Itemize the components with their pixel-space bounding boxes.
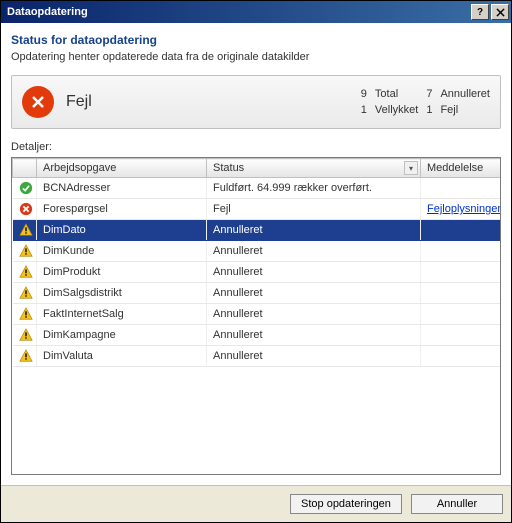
- warning-icon: [13, 262, 37, 283]
- table-header-row: Arbejdsopgave Status ▾ Meddelelse: [13, 159, 501, 178]
- row-name: DimValuta: [37, 346, 207, 367]
- dialog-window: Dataopdatering ? Status for dataopdateri…: [0, 0, 512, 523]
- warning-icon: [13, 325, 37, 346]
- content-area: Status for dataopdatering Opdatering hen…: [1, 23, 511, 485]
- row-name: DimProdukt: [37, 262, 207, 283]
- total-label: Total: [375, 88, 418, 100]
- col-workitem[interactable]: Arbejdsopgave: [37, 159, 207, 178]
- row-name: Forespørgsel: [37, 199, 207, 220]
- row-status: Annulleret: [207, 325, 421, 346]
- row-name: FaktInternetSalg: [37, 304, 207, 325]
- row-status: Annulleret: [207, 220, 421, 241]
- close-icon: [496, 8, 505, 17]
- error-details-link[interactable]: Fejloplysninger: [427, 203, 501, 215]
- row-status: Fejl: [207, 199, 421, 220]
- table-row[interactable]: DimSalgsdistriktAnnulleret: [13, 283, 501, 304]
- row-message: [421, 304, 501, 325]
- cancelled-count: 7: [426, 88, 432, 100]
- table-row[interactable]: FaktInternetSalgAnnulleret: [13, 304, 501, 325]
- error-icon: [22, 86, 54, 118]
- row-message: Fejloplysninger: [421, 199, 501, 220]
- row-status: Annulleret: [207, 262, 421, 283]
- row-name: DimSalgsdistrikt: [37, 283, 207, 304]
- table-row[interactable]: ForespørgselFejl Fejloplysninger: [13, 199, 501, 220]
- error-label: Fejl: [440, 104, 490, 116]
- row-message: [421, 346, 501, 367]
- row-status: Annulleret: [207, 241, 421, 262]
- titlebar: Dataopdatering ?: [1, 1, 511, 23]
- error-icon: [13, 199, 37, 220]
- window-title: Dataopdatering: [7, 6, 469, 18]
- details-table: Arbejdsopgave Status ▾ Meddelelse BCNAdr…: [12, 158, 501, 367]
- row-status: Annulleret: [207, 283, 421, 304]
- button-row: Stop opdateringen Annuller: [1, 485, 511, 522]
- success-label: Vellykket: [375, 104, 418, 116]
- details-container: Arbejdsopgave Status ▾ Meddelelse BCNAdr…: [11, 157, 501, 475]
- row-status: Annulleret: [207, 346, 421, 367]
- page-title: Status for dataopdatering: [11, 33, 501, 47]
- col-icon[interactable]: [13, 159, 37, 178]
- chevron-down-icon[interactable]: ▾: [404, 161, 418, 175]
- warning-icon: [13, 304, 37, 325]
- warning-icon: [13, 283, 37, 304]
- success-icon: [13, 178, 37, 199]
- overall-status-text: Fejl: [66, 93, 92, 111]
- page-subtitle: Opdatering henter opdaterede data fra de…: [11, 51, 501, 63]
- table-row[interactable]: DimKundeAnnulleret: [13, 241, 501, 262]
- total-count: 9: [361, 88, 367, 100]
- row-message: [421, 178, 501, 199]
- table-row[interactable]: DimProduktAnnulleret: [13, 262, 501, 283]
- row-name: BCNAdresser: [37, 178, 207, 199]
- success-count: 1: [361, 104, 367, 116]
- col-status[interactable]: Status ▾: [207, 159, 421, 178]
- row-name: DimDato: [37, 220, 207, 241]
- row-message: [421, 325, 501, 346]
- table-row[interactable]: BCNAdresserFuldført. 64.999 rækker overf…: [13, 178, 501, 199]
- help-button[interactable]: ?: [471, 4, 489, 20]
- row-status: Annulleret: [207, 304, 421, 325]
- col-status-label: Status: [213, 162, 244, 174]
- row-message: [421, 262, 501, 283]
- warning-icon: [13, 241, 37, 262]
- table-row[interactable]: DimKampagneAnnulleret: [13, 325, 501, 346]
- close-button[interactable]: [491, 4, 509, 20]
- row-name: DimKampagne: [37, 325, 207, 346]
- details-label: Detaljer:: [11, 141, 501, 153]
- col-message[interactable]: Meddelelse: [421, 159, 501, 178]
- table-row[interactable]: DimValutaAnnulleret: [13, 346, 501, 367]
- stop-update-button[interactable]: Stop opdateringen: [290, 494, 402, 514]
- cancel-button[interactable]: Annuller: [411, 494, 503, 514]
- cancelled-label: Annulleret: [440, 88, 490, 100]
- row-message: [421, 241, 501, 262]
- error-count: 1: [426, 104, 432, 116]
- status-panel: Fejl 9 Total 7 Annulleret 1 Vellykket 1 …: [11, 75, 501, 129]
- row-message: [421, 283, 501, 304]
- warning-icon: [13, 346, 37, 367]
- stats-grid: 9 Total 7 Annulleret 1 Vellykket 1 Fejl: [361, 88, 490, 116]
- table-row[interactable]: DimDatoAnnulleret: [13, 220, 501, 241]
- row-name: DimKunde: [37, 241, 207, 262]
- row-status: Fuldført. 64.999 rækker overført.: [207, 178, 421, 199]
- row-message: [421, 220, 501, 241]
- warning-icon: [13, 220, 37, 241]
